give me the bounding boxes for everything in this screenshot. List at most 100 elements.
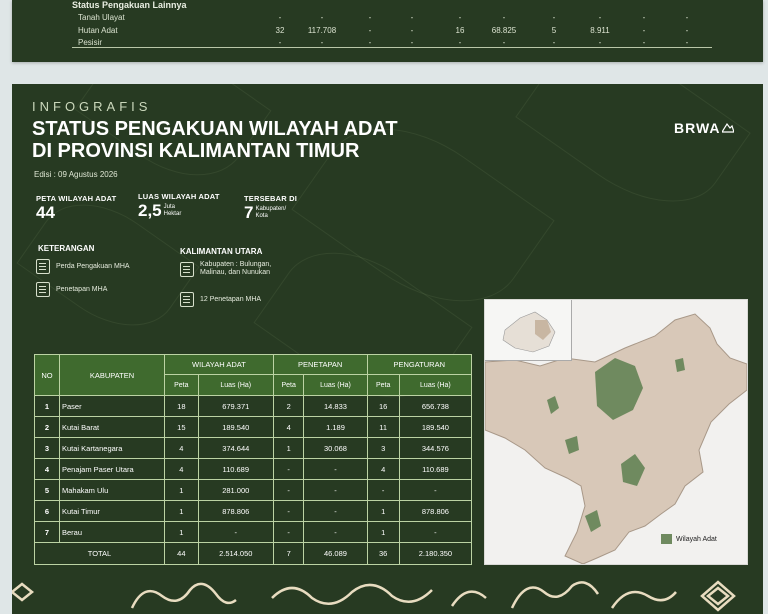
- stat-unit: Kabupaten/Kota: [255, 206, 286, 220]
- title-line: STATUS PENGAKUAN WILAYAH ADAT: [32, 118, 398, 140]
- cell: -: [410, 26, 414, 35]
- cell-kabupaten: Kutai Kartanegara: [59, 437, 165, 459]
- cell: -: [303, 521, 368, 543]
- table-row: 2 Kutai Barat 15 189.540 4 1.189 11 189.…: [34, 416, 473, 438]
- cell: -: [685, 38, 689, 47]
- cell: -: [368, 13, 372, 22]
- stat-label: PETA WILAYAH ADAT: [36, 194, 117, 203]
- map-legend-label: Wilayah Adat: [676, 535, 717, 543]
- table-row: 7 Berau 1 - - - 1 -: [34, 521, 473, 543]
- logo-text: BRWA: [674, 120, 721, 136]
- cell-no: 6: [34, 500, 60, 522]
- cell-no: 2: [34, 416, 60, 438]
- cell: -: [303, 458, 368, 480]
- cell: 679.371: [197, 395, 274, 417]
- cell: -: [368, 38, 372, 47]
- cell: 14.833: [303, 395, 368, 417]
- legend-penetapan: Penetapan MHA: [36, 282, 107, 297]
- total-row: TOTAL 44 2.514.050 7 46.089 36 2.180.350: [34, 542, 473, 565]
- map-inset: [485, 300, 572, 361]
- row-label: Pesisir: [78, 38, 103, 47]
- stat-value: 2,5: [138, 201, 162, 220]
- cell: -: [642, 26, 646, 35]
- cell: -: [320, 38, 324, 47]
- kicker: INFOGRAFIS: [32, 99, 152, 114]
- cell: -: [368, 26, 372, 35]
- table-row: 3 Kutai Kartanegara 4 374.644 1 30.068 3…: [34, 437, 473, 459]
- cell: 110.689: [398, 458, 473, 480]
- top-card: Status Pengakuan Lainnya Tanah Ulayat - …: [12, 0, 763, 62]
- cell: -: [272, 479, 305, 501]
- stat-label: TERSEBAR DI: [244, 194, 298, 203]
- table-row: Tanah Ulayat - - - - - - - - - -: [12, 13, 763, 26]
- stat-label: LUAS WILAYAH ADAT: [138, 192, 220, 201]
- col-wilayah-adat: WILAYAH ADAT: [164, 354, 274, 375]
- cell-kabupaten: Kutai Timur: [59, 500, 165, 522]
- page-title: STATUS PENGAKUAN WILAYAH ADAT DI PROVINS…: [32, 118, 398, 162]
- cell: -: [272, 521, 305, 543]
- cell: -: [685, 26, 689, 35]
- cell: 68.825: [491, 26, 517, 35]
- cell: 878.806: [197, 500, 274, 522]
- table-row: Pesisir - - - - - - - - - -: [12, 38, 763, 51]
- cell: -: [685, 13, 689, 22]
- total-label: TOTAL: [34, 542, 165, 565]
- cell: 1: [272, 437, 305, 459]
- col-no: NO: [34, 354, 60, 396]
- cell: 15: [164, 416, 199, 438]
- cell: 4: [164, 458, 199, 480]
- edition-date: Edisi : 09 Agustus 2026: [34, 170, 118, 179]
- cell: 281.000: [197, 479, 274, 501]
- cell: -: [278, 38, 282, 47]
- clipboard-icon: [36, 282, 50, 297]
- document-icon: [36, 259, 50, 274]
- row-label: Hutan Adat: [78, 26, 118, 35]
- cell: 189.540: [398, 416, 473, 438]
- cell: 11: [366, 416, 400, 438]
- cell-no: 1: [34, 395, 60, 417]
- kaltara-heading: KALIMANTAN UTARA: [180, 247, 263, 256]
- col-luas: Luas (Ha): [398, 374, 473, 396]
- cell: -: [272, 500, 305, 522]
- unit-line: Juta: [163, 204, 175, 210]
- stat-unit: Juta Hektar: [164, 204, 182, 218]
- cell: 4: [164, 437, 199, 459]
- legend-perda: Perda Pengakuan MHA: [36, 259, 130, 274]
- divider: [72, 47, 712, 48]
- cell: 656.738: [398, 395, 473, 417]
- cell: -: [303, 479, 368, 501]
- mountain-icon: [722, 122, 734, 133]
- table-row: 6 Kutai Timur 1 878.806 - - 1 878.806: [34, 500, 473, 522]
- cell: 878.806: [398, 500, 473, 522]
- unit-line: Kota: [255, 213, 268, 219]
- cell: 30.068: [303, 437, 368, 459]
- cell-no: 3: [34, 437, 60, 459]
- cell: 1: [366, 521, 400, 543]
- cell-kabupaten: Kutai Barat: [59, 416, 165, 438]
- cell: -: [552, 13, 556, 22]
- cell: -: [278, 13, 282, 22]
- stat-tersebar: TERSEBAR DI 7 Kabupaten/Kota: [244, 194, 297, 223]
- legend-label: Penetapan MHA: [56, 286, 108, 293]
- legend-heading: KETERANGAN: [38, 244, 95, 253]
- cell-kabupaten: Paser: [59, 395, 165, 417]
- wilayah-adat-swatch: [661, 534, 672, 544]
- col-penetapan: PENETAPAN: [272, 354, 368, 375]
- infographic-card: INFOGRAFIS STATUS PENGAKUAN WILAYAH ADAT…: [12, 84, 763, 614]
- cell: 7: [272, 542, 305, 565]
- cell-kabupaten: Berau: [59, 521, 165, 543]
- cell: 110.689: [197, 458, 274, 480]
- cell: -: [458, 13, 462, 22]
- cell: -: [598, 38, 602, 47]
- cell: -: [398, 479, 473, 501]
- table-row: 4 Penajam Paser Utara 4 110.689 - - 4 11…: [34, 458, 473, 480]
- stat-value: 7: [244, 203, 254, 222]
- cell-kabupaten: Mahakam Ulu: [59, 479, 165, 501]
- col-peta: Peta: [272, 374, 305, 396]
- wilayah-adat-table: NO KABUPATEN WILAYAH ADAT PENETAPAN PENG…: [34, 354, 473, 565]
- clipboard-icon: [180, 292, 194, 307]
- stat-luas: LUAS WILAYAH ADAT 2,5 Juta Hektar: [138, 192, 220, 221]
- cell: 36: [366, 542, 400, 565]
- title-line: DI PROVINSI KALIMANTAN TIMUR: [32, 140, 360, 162]
- cell: -: [458, 38, 462, 47]
